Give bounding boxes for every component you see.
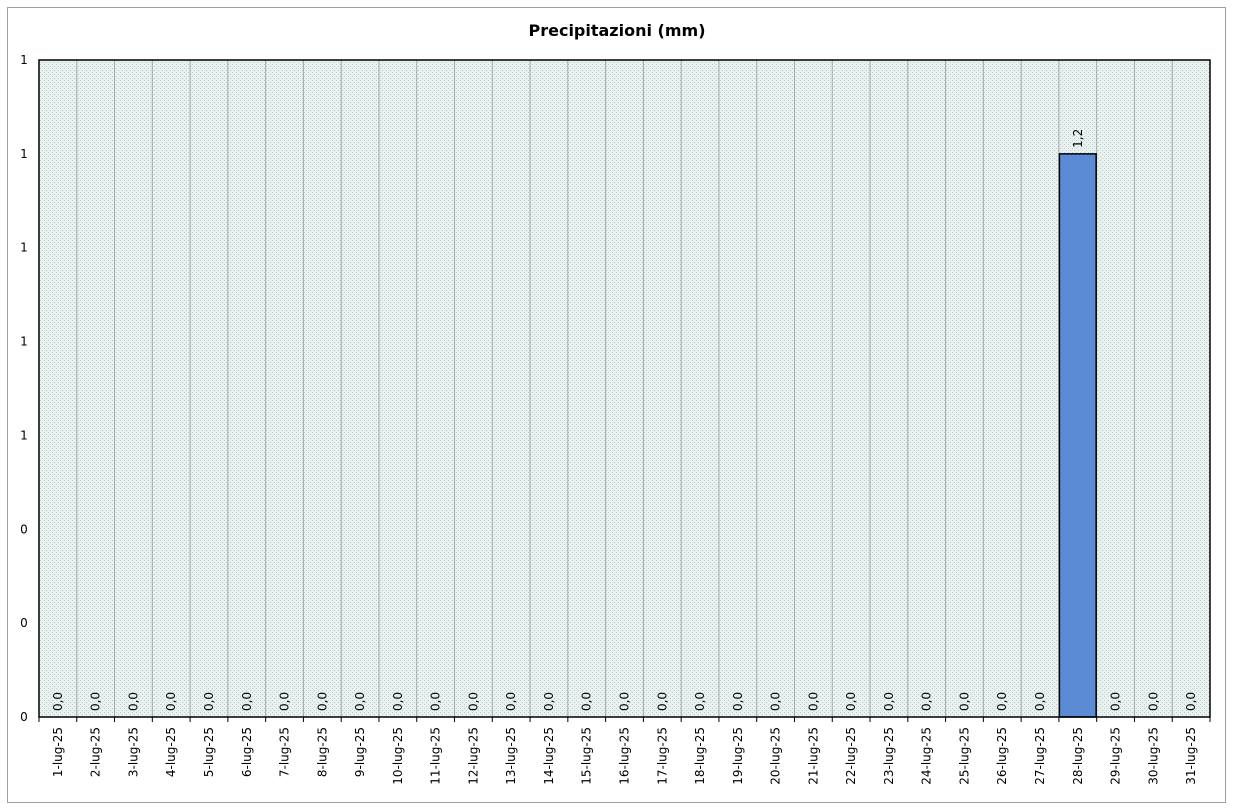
data-label: 0,0 xyxy=(844,692,858,711)
data-label: 0,0 xyxy=(920,692,934,711)
y-tick-label: 1 xyxy=(20,335,28,349)
plot-area xyxy=(39,60,1210,717)
y-axis-ticks: 0 0 0 1 1 1 1 1 xyxy=(20,53,28,724)
x-tick-label: 19-lug-25 xyxy=(731,727,745,785)
data-label: 0,0 xyxy=(278,692,292,711)
data-label: 0,0 xyxy=(51,692,65,711)
x-tick-label: 10-lug-25 xyxy=(391,727,405,785)
data-label: 0,0 xyxy=(957,692,971,711)
data-label: 0,0 xyxy=(202,692,216,711)
data-label: 0,0 xyxy=(1184,692,1198,711)
x-tick-label: 15-lug-25 xyxy=(580,727,594,785)
data-label: 0,0 xyxy=(1033,692,1047,711)
data-label: 0,0 xyxy=(240,692,254,711)
data-label: 0,0 xyxy=(126,692,140,711)
data-label: 0,0 xyxy=(806,692,820,711)
bars xyxy=(1058,153,1097,718)
x-tick-label: 14-lug-25 xyxy=(542,727,556,785)
x-tick-label: 20-lug-25 xyxy=(769,727,783,785)
x-tick-label: 21-lug-25 xyxy=(806,727,820,785)
precipitation-chart: Precipitazioni (mm) 0 0 0 1 1 1 1 1 0,0 0,0 0,0 0,… xyxy=(20,21,1211,785)
data-label: 0,0 xyxy=(466,692,480,711)
data-label: 0,0 xyxy=(693,692,707,711)
x-tick-label: 23-lug-25 xyxy=(882,727,896,785)
x-tick-label: 5-lug-25 xyxy=(202,727,216,777)
data-label: 0,0 xyxy=(164,692,178,711)
data-label: 0,0 xyxy=(89,692,103,711)
data-label: 0,0 xyxy=(618,692,632,711)
x-tick-label: 1-lug-25 xyxy=(51,727,65,777)
chart-title: Precipitazioni (mm) xyxy=(528,21,705,40)
x-tick-label: 18-lug-25 xyxy=(693,727,707,785)
bar xyxy=(1058,153,1097,718)
data-label: 0,0 xyxy=(391,692,405,711)
y-tick-label: 0 xyxy=(20,710,28,724)
data-label: 0,0 xyxy=(504,692,518,711)
x-tick-label: 16-lug-25 xyxy=(618,727,632,785)
x-tick-label: 29-lug-25 xyxy=(1109,727,1123,785)
x-tick-label: 11-lug-25 xyxy=(429,727,443,785)
data-label: 0,0 xyxy=(315,692,329,711)
x-tick-label: 3-lug-25 xyxy=(126,727,140,777)
x-tick-label: 4-lug-25 xyxy=(164,727,178,777)
x-tick-label: 6-lug-25 xyxy=(240,727,254,777)
y-tick-label: 0 xyxy=(20,616,28,630)
y-tick-label: 1 xyxy=(20,147,28,161)
data-label: 0,0 xyxy=(655,692,669,711)
x-tick-label: 31-lug-25 xyxy=(1184,727,1198,785)
y-tick-label: 1 xyxy=(20,241,28,255)
y-tick-label: 0 xyxy=(20,522,28,536)
x-tick-label: 13-lug-25 xyxy=(504,727,518,785)
x-tick-label: 2-lug-25 xyxy=(89,727,103,777)
data-label: 0,0 xyxy=(1109,692,1123,711)
x-tick-label: 8-lug-25 xyxy=(315,727,329,777)
data-label: 0,0 xyxy=(353,692,367,711)
x-tick-label: 28-lug-25 xyxy=(1071,727,1085,785)
x-tick-label: 12-lug-25 xyxy=(466,727,480,785)
data-label: 0,0 xyxy=(882,692,896,711)
x-tick-label: 22-lug-25 xyxy=(844,727,858,785)
x-axis-ticks: 1-lug-25 2-lug-25 3-lug-25 4-lug-25 5-lug-25… xyxy=(38,717,1211,785)
data-label: 0,0 xyxy=(580,692,594,711)
y-tick-label: 1 xyxy=(20,428,28,442)
x-tick-label: 30-lug-25 xyxy=(1146,727,1160,785)
data-label: 0,0 xyxy=(542,692,556,711)
data-label: 0,0 xyxy=(429,692,443,711)
x-tick-label: 26-lug-25 xyxy=(995,727,1009,785)
x-tick-label: 9-lug-25 xyxy=(353,727,367,777)
y-tick-label: 1 xyxy=(20,53,28,67)
x-tick-label: 17-lug-25 xyxy=(655,727,669,785)
x-tick-label: 24-lug-25 xyxy=(920,727,934,785)
data-label: 1,2 xyxy=(1071,129,1085,148)
x-tick-label: 27-lug-25 xyxy=(1033,727,1047,785)
data-label: 0,0 xyxy=(995,692,1009,711)
data-label: 0,0 xyxy=(1146,692,1160,711)
data-label: 0,0 xyxy=(769,692,783,711)
x-tick-label: 7-lug-25 xyxy=(278,727,292,777)
data-label: 0,0 xyxy=(731,692,745,711)
x-tick-label: 25-lug-25 xyxy=(957,727,971,785)
